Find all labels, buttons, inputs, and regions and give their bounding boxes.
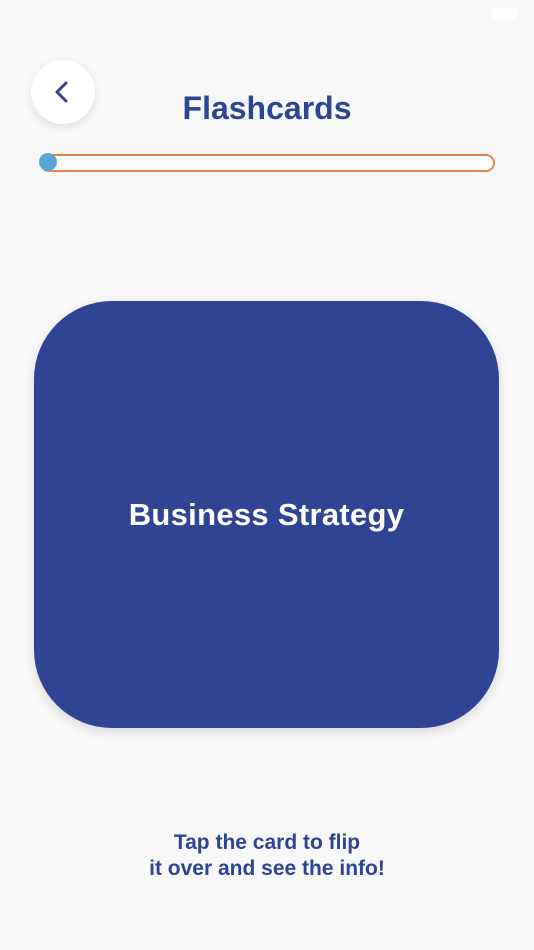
page-title: Flashcards (182, 90, 352, 126)
progress-knob (39, 153, 57, 171)
instruction-line-2: it over and see the info! (149, 857, 385, 880)
wifi-icon (151, 7, 170, 21)
carrier-text: Network Provider (10, 4, 141, 23)
status-bar: Network Provider 14:33 (0, 0, 534, 30)
flashcard[interactable]: Business Strategy (34, 301, 499, 728)
instruction-line-1: Tap the card to flip (173, 831, 361, 854)
battery-icon (492, 8, 518, 19)
carrier-label: Network Provider (10, 4, 170, 24)
status-time: 14:33 (244, 4, 287, 23)
instruction-text: Tap the card to flip it over and see the… (0, 830, 534, 882)
flashcard-text: Business Strategy (128, 496, 405, 532)
progress-bar (40, 154, 495, 172)
